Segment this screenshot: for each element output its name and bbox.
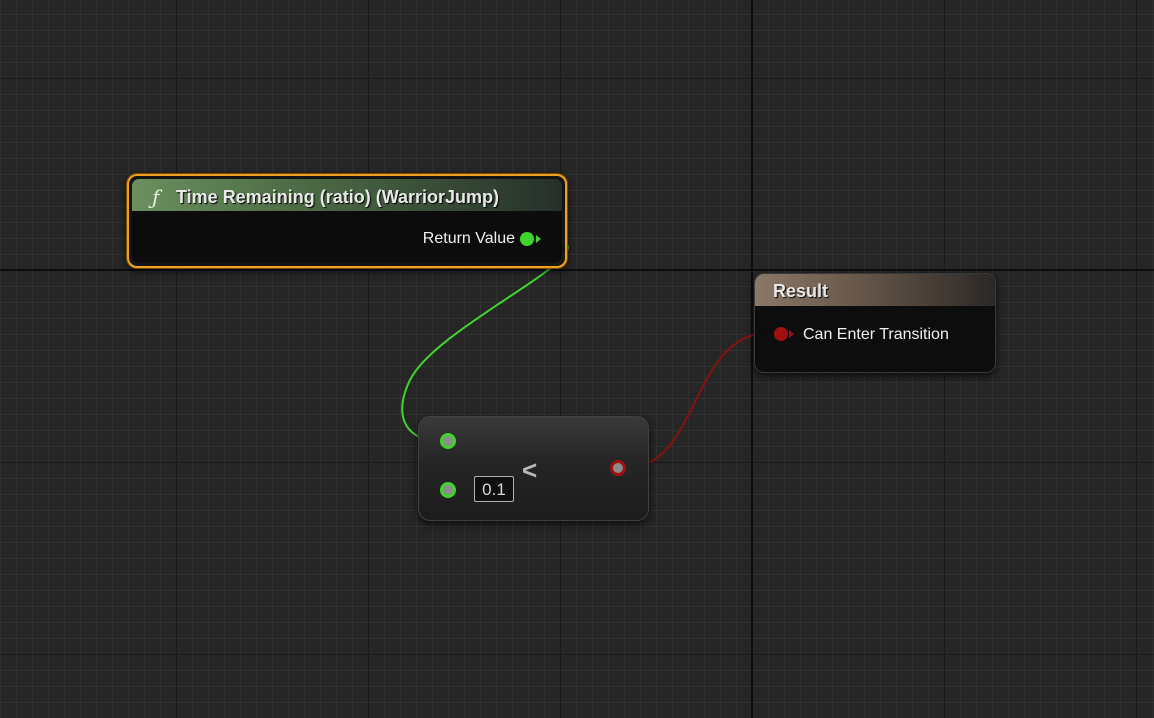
compare-result-pin[interactable] — [610, 460, 626, 476]
less-than-compare-node[interactable]: 0.1 < — [418, 416, 649, 521]
less-than-operator-label: < — [522, 455, 538, 485]
can-enter-transition-label: Can Enter Transition — [803, 326, 949, 343]
compare-input-a-pin[interactable] — [440, 433, 456, 449]
return-value-label: Return Value — [422, 230, 515, 247]
graph-origin-axis-horizontal — [0, 269, 1154, 271]
result-node-title: Result — [773, 281, 829, 301]
function-node-header[interactable]: ƒ Time Remaining (ratio) (WarriorJump) — [132, 179, 562, 211]
return-value-pin[interactable] — [520, 232, 534, 246]
can-enter-transition-pin[interactable] — [774, 327, 788, 341]
can-enter-transition-pin-arrow-icon — [789, 330, 794, 338]
return-value-pin-arrow-icon — [536, 235, 541, 243]
compare-input-b-value-field[interactable]: 0.1 — [474, 476, 514, 502]
time-remaining-function-node[interactable]: ƒ Time Remaining (ratio) (WarriorJump) R… — [127, 174, 567, 268]
graph-origin-axis-vertical — [751, 0, 753, 718]
result-node[interactable]: Result Can Enter Transition — [754, 273, 996, 373]
function-node-title: Time Remaining (ratio) (WarriorJump) — [176, 187, 500, 207]
compare-input-b-pin[interactable] — [440, 482, 456, 498]
blueprint-graph-canvas[interactable]: ƒ Time Remaining (ratio) (WarriorJump) R… — [0, 0, 1154, 718]
result-node-header[interactable]: Result — [755, 274, 995, 306]
function-icon: ƒ — [152, 185, 160, 209]
